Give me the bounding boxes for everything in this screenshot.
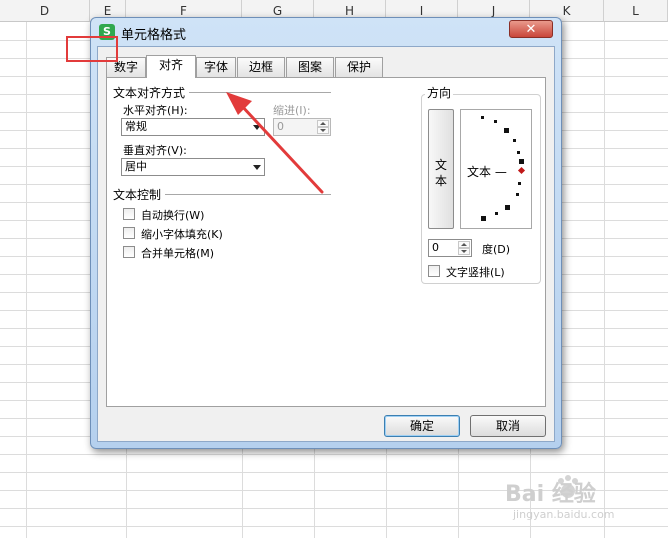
annotation-arrow-icon <box>226 92 324 194</box>
